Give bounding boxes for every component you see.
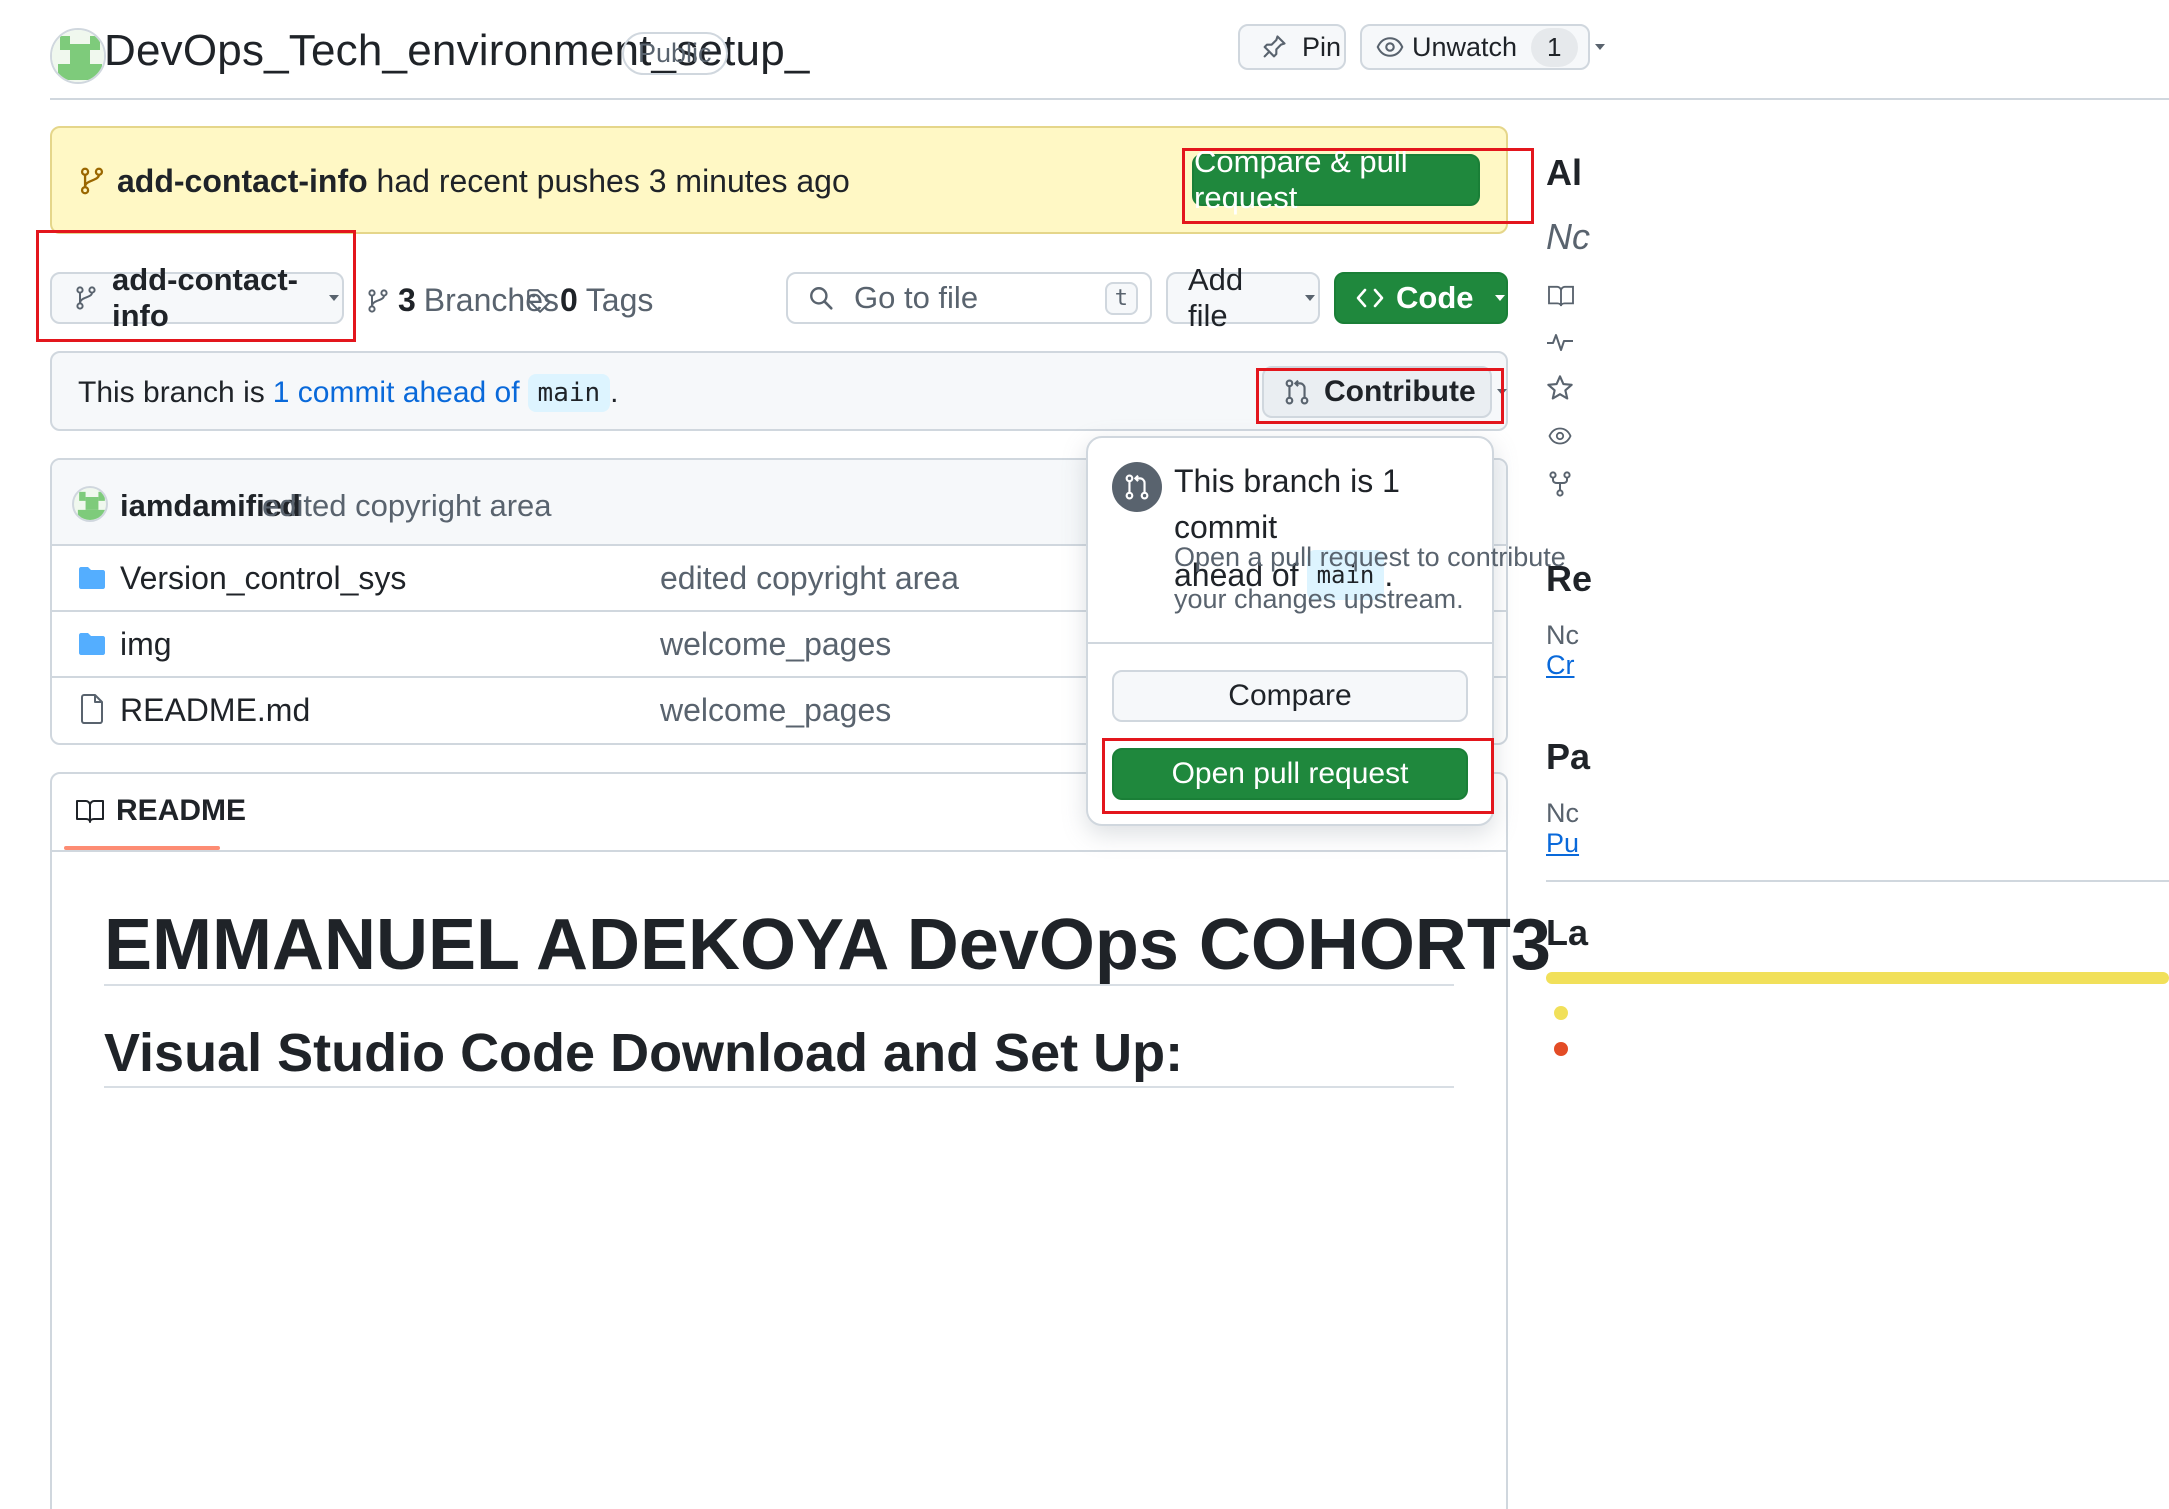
code-icon xyxy=(1356,287,1384,309)
search-shortcut-key: t xyxy=(1104,281,1138,315)
file-icon xyxy=(80,694,104,724)
search-icon xyxy=(808,285,834,311)
tags-label: Tags xyxy=(585,282,654,318)
highlight-box-contribute xyxy=(1256,368,1504,424)
readme-tab[interactable]: README xyxy=(76,794,246,828)
readme-h2-rule xyxy=(104,1086,1454,1088)
branches-count: 3 xyxy=(398,282,416,318)
readme-tab-divider xyxy=(52,850,1506,852)
branch-status-prefix: This branch is xyxy=(78,376,265,409)
chevron-down-icon xyxy=(1302,290,1318,306)
popover-desc-line1: Open a pull request to contribute xyxy=(1174,542,1566,572)
readme-heading-2: Visual Studio Code Download and Set Up: xyxy=(104,1023,1184,1083)
watch-label: Unwatch xyxy=(1412,31,1518,62)
fork-icon xyxy=(1548,470,1572,498)
search-placeholder: Go to file xyxy=(854,280,979,315)
compare-button[interactable]: Compare xyxy=(1112,670,1468,722)
popover-pr-icon xyxy=(1112,462,1162,512)
pin-icon xyxy=(1260,33,1288,61)
chevron-down-icon xyxy=(1492,290,1508,306)
language-bar xyxy=(1546,972,2169,984)
folder-icon xyxy=(78,566,106,590)
highlight-box-open-pr xyxy=(1102,738,1494,814)
sidebar-divider xyxy=(1546,880,2169,882)
language-dot-red xyxy=(1554,1042,1568,1056)
book-icon xyxy=(76,798,104,824)
commits-ahead-link[interactable]: 1 commit ahead of xyxy=(273,376,520,410)
go-to-file-search[interactable]: Go to file t xyxy=(786,272,1152,324)
readme-heading-1: EMMANUEL ADEKOYA DevOps COHORT3 xyxy=(104,905,1551,985)
sidebar-releases-heading: Re xyxy=(1546,558,1593,599)
tag-icon xyxy=(526,288,552,314)
star-icon xyxy=(1546,374,1574,402)
sidebar-description: Nc xyxy=(1546,216,1590,257)
readme-panel xyxy=(50,772,1508,1509)
pin-button[interactable]: Pin xyxy=(1238,24,1346,70)
banner-branch-name[interactable]: add-contact-info xyxy=(117,163,368,199)
popover-desc-line2: your changes upstream. xyxy=(1174,584,1464,614)
sidebar-about-heading: Al xyxy=(1546,152,1582,193)
banner-text: had recent pushes 3 minutes ago xyxy=(376,163,850,199)
popover-description: Open a pull request to contribute your c… xyxy=(1174,536,1566,620)
sidebar-packages-heading: Pa xyxy=(1546,736,1591,777)
book-icon xyxy=(1548,284,1574,308)
highlight-box-compare xyxy=(1182,148,1534,224)
popover-divider xyxy=(1088,642,1492,644)
file-name[interactable]: img xyxy=(120,626,172,663)
branch-status-suffix: . xyxy=(610,376,619,409)
code-button[interactable]: Code xyxy=(1334,272,1508,324)
add-file-button[interactable]: Add file xyxy=(1166,262,1320,333)
sidebar-packages-none: Nc xyxy=(1546,798,1579,828)
file-commit-message[interactable]: edited copyright area xyxy=(660,560,959,597)
pulse-icon xyxy=(1546,330,1574,354)
visibility-badge: Public xyxy=(622,32,728,75)
code-label: Code xyxy=(1396,280,1474,315)
readme-tab-label: README xyxy=(116,794,247,827)
sidebar-clip: Al Nc Re Nc Cr Pa Nc Pu La xyxy=(1546,0,2169,1509)
git-pull-request-icon xyxy=(1124,473,1150,501)
sidebar-releases-none: Nc xyxy=(1546,620,1579,650)
file-commit-message[interactable]: welcome_pages xyxy=(660,626,891,663)
readme-h1-rule xyxy=(104,984,1454,986)
file-name[interactable]: README.md xyxy=(120,692,310,729)
base-branch-pill: main xyxy=(527,374,611,412)
repo-owner-avatar[interactable] xyxy=(50,28,106,84)
git-branch-icon xyxy=(78,166,106,196)
add-file-label: Add file xyxy=(1188,262,1244,333)
sidebar-languages-heading: La xyxy=(1546,912,1589,953)
branch-status-text: This branch is 1 commit ahead of main . xyxy=(78,374,619,412)
language-dot-yellow xyxy=(1554,1006,1568,1020)
commit-author-avatar[interactable] xyxy=(72,486,108,522)
commit-message[interactable]: edited copyright area xyxy=(262,488,552,524)
tags-count: 0 xyxy=(560,282,578,318)
sidebar-packages-link[interactable]: Pu xyxy=(1546,828,1579,859)
file-name[interactable]: Version_control_sys xyxy=(120,560,406,597)
highlight-box-branch xyxy=(36,230,356,342)
eye-icon xyxy=(1376,33,1404,61)
file-commit-message[interactable]: welcome_pages xyxy=(660,692,891,729)
sidebar-releases-link[interactable]: Cr xyxy=(1546,650,1575,681)
eye-icon xyxy=(1546,424,1574,448)
banner-message: add-contact-info had recent pushes 3 min… xyxy=(117,163,850,200)
tags-link[interactable]: 0 Tags xyxy=(526,282,653,319)
pin-label: Pin xyxy=(1302,31,1342,62)
folder-icon xyxy=(78,632,106,656)
git-branch-icon xyxy=(366,288,390,314)
